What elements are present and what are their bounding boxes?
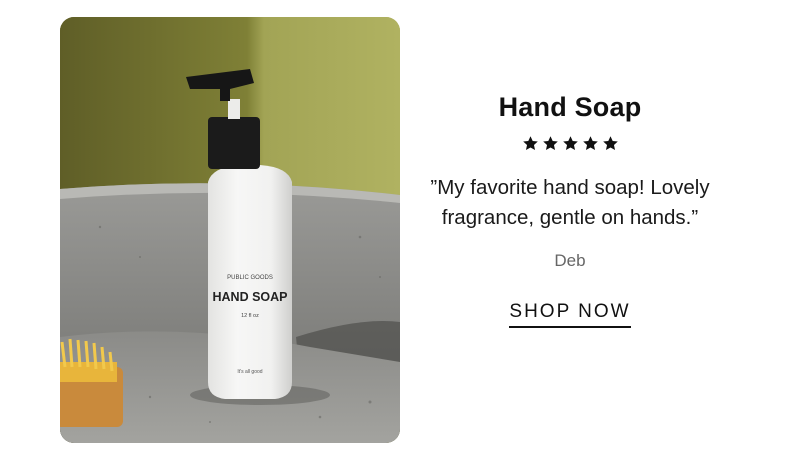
star-icon	[542, 135, 559, 157]
bottle-name: HAND SOAP	[212, 290, 287, 304]
star-icon	[582, 135, 599, 157]
star-icon	[602, 135, 619, 157]
shop-now-link[interactable]: SHOP NOW	[509, 301, 631, 328]
rating-stars	[430, 135, 710, 157]
bottle-size: 12 fl oz	[241, 313, 259, 319]
product-image: PUBLIC GOODS HAND SOAP 12 fl oz It's all…	[60, 17, 400, 443]
product-title: Hand Soap	[498, 92, 642, 122]
review-quote: ”My favorite hand soap! Lovely fragrance…	[430, 176, 710, 229]
star-icon	[562, 135, 579, 157]
review-author: Deb	[554, 251, 586, 270]
bottle-brand: PUBLIC GOODS	[227, 275, 273, 281]
bottle-tagline: It's all good	[237, 369, 262, 375]
review-panel: Hand Soap ”My favorite hand soap! Lovely…	[430, 92, 710, 328]
star-icon	[522, 135, 539, 157]
